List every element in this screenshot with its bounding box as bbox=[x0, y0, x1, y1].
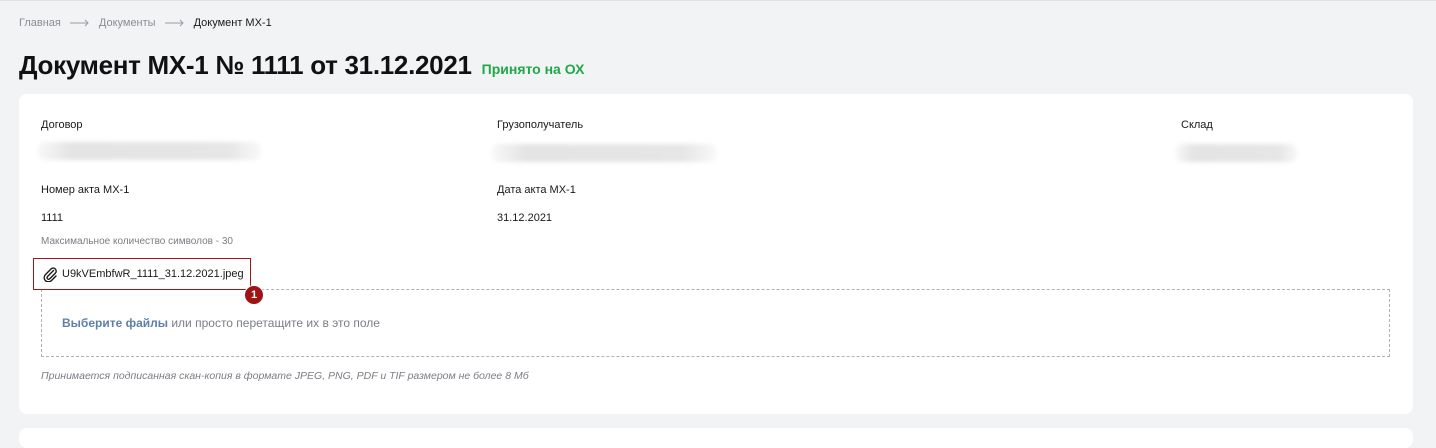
dropzone-hint: или просто перетащите их в это поле bbox=[168, 316, 380, 330]
act-date-value: 31.12.2021 bbox=[497, 212, 553, 224]
attached-file-name[interactable]: U9kVEmbfwR_1111_31.12.2021.jpeg bbox=[62, 268, 244, 280]
arrow-right-icon bbox=[164, 19, 184, 27]
next-card bbox=[19, 428, 1413, 448]
file-dropzone[interactable]: Выберите файлы или просто перетащите их … bbox=[41, 289, 1390, 357]
contract-value-redacted bbox=[37, 142, 262, 160]
act-number-label: Номер акта МХ-1 bbox=[41, 184, 130, 196]
consignee-value-redacted bbox=[491, 144, 717, 162]
act-date-label: Дата акта МХ-1 bbox=[497, 184, 576, 196]
top-divider bbox=[0, 0, 1436, 1]
arrow-right-icon bbox=[69, 19, 89, 27]
consignee-label: Грузополучатель bbox=[497, 119, 584, 131]
breadcrumb: Главная Документы Документ МХ-1 bbox=[19, 17, 272, 29]
title-row: Документ МХ-1 № 1111 от 31.12.2021 Приня… bbox=[19, 50, 584, 81]
status-badge: Принято на ОХ bbox=[481, 61, 585, 77]
warehouse-value-redacted bbox=[1175, 144, 1298, 162]
breadcrumb-documents[interactable]: Документы bbox=[99, 17, 156, 29]
upload-requirements-note: Принимается подписанная скан-копия в фор… bbox=[41, 370, 529, 382]
attached-file[interactable]: U9kVEmbfwR_1111_31.12.2021.jpeg bbox=[33, 258, 251, 290]
act-number-value: 1111 bbox=[41, 212, 64, 224]
document-card: Договор Грузополучатель Склад Номер акта… bbox=[19, 94, 1413, 414]
breadcrumb-current: Документ МХ-1 bbox=[193, 17, 272, 29]
breadcrumb-home[interactable]: Главная bbox=[19, 17, 61, 29]
contract-label: Договор bbox=[41, 119, 83, 131]
paperclip-icon bbox=[43, 267, 57, 282]
act-number-hint: Максимальное количество символов - 30 bbox=[41, 236, 233, 247]
page-title: Документ МХ-1 № 1111 от 31.12.2021 bbox=[19, 50, 472, 80]
select-files-link[interactable]: Выберите файлы bbox=[62, 316, 168, 330]
dropzone-text: Выберите файлы или просто перетащите их … bbox=[62, 316, 380, 330]
annotation-marker: 1 bbox=[244, 285, 264, 305]
warehouse-label: Склад bbox=[1181, 119, 1213, 131]
